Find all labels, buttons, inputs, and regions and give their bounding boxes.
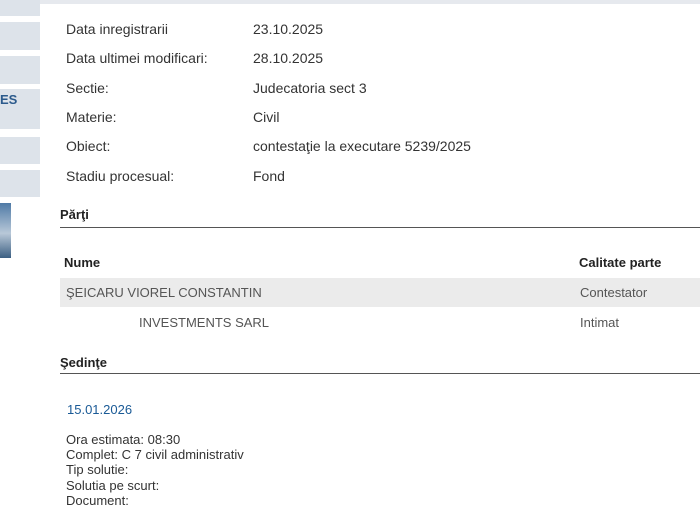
party-name: ŞEICARU VIOREL CONSTANTIN (66, 285, 262, 300)
section-title-hearings: Şedinţe (60, 355, 107, 370)
section-divider (60, 373, 700, 374)
column-header-name: Nume (64, 255, 101, 270)
party-role: Contestator (580, 285, 648, 300)
hearing-detail-panel: Complet: C 7 civil administrativ (66, 447, 244, 462)
sidebar-item[interactable] (0, 137, 40, 164)
column-header-role: Calitate parte (579, 255, 662, 270)
party-role: Intimat (580, 315, 620, 330)
left-sidebar: ES (0, 0, 40, 506)
detail-value: 23.10.2025 (253, 21, 324, 37)
detail-value: contestaţie la executare 5239/2025 (253, 138, 471, 154)
hearing-date-link[interactable]: 15.01.2026 (67, 402, 132, 417)
detail-value: Fond (253, 168, 285, 184)
detail-label: Data inregistrarii (66, 21, 168, 37)
section-title-parties: Părţi (60, 207, 89, 222)
sidebar-item[interactable] (0, 0, 40, 16)
detail-value: Civil (253, 109, 280, 125)
table-row: ŞEICARU VIOREL CONSTANTIN Contestator (60, 278, 700, 307)
hearing-detail-solution-type: Tip solutie: (66, 462, 129, 477)
sidebar-item[interactable] (0, 56, 40, 84)
hearing-detail-solution-summary: Solutia pe scurt: (66, 478, 160, 493)
detail-label: Obiect: (66, 138, 111, 154)
party-name: INVESTMENTS SARL (139, 315, 270, 330)
sidebar-thumbnail-image[interactable] (0, 203, 11, 258)
detail-label: Materie: (66, 109, 117, 125)
table-row: INVESTMENTS SARL Intimat (60, 308, 700, 337)
sidebar-item[interactable] (0, 170, 40, 197)
sidebar-item-label: ES (0, 92, 18, 107)
detail-label: Data ultimei modificari: (66, 50, 208, 66)
section-divider (60, 227, 700, 228)
detail-value: 28.10.2025 (253, 50, 324, 66)
top-border (40, 0, 700, 4)
detail-label: Stadiu procesual: (66, 168, 175, 184)
detail-label: Sectie: (66, 80, 109, 96)
hearing-detail-time: Ora estimata: 08:30 (66, 432, 181, 447)
sidebar-item[interactable] (0, 22, 40, 50)
detail-value: Judecatoria sect 3 (253, 80, 367, 96)
